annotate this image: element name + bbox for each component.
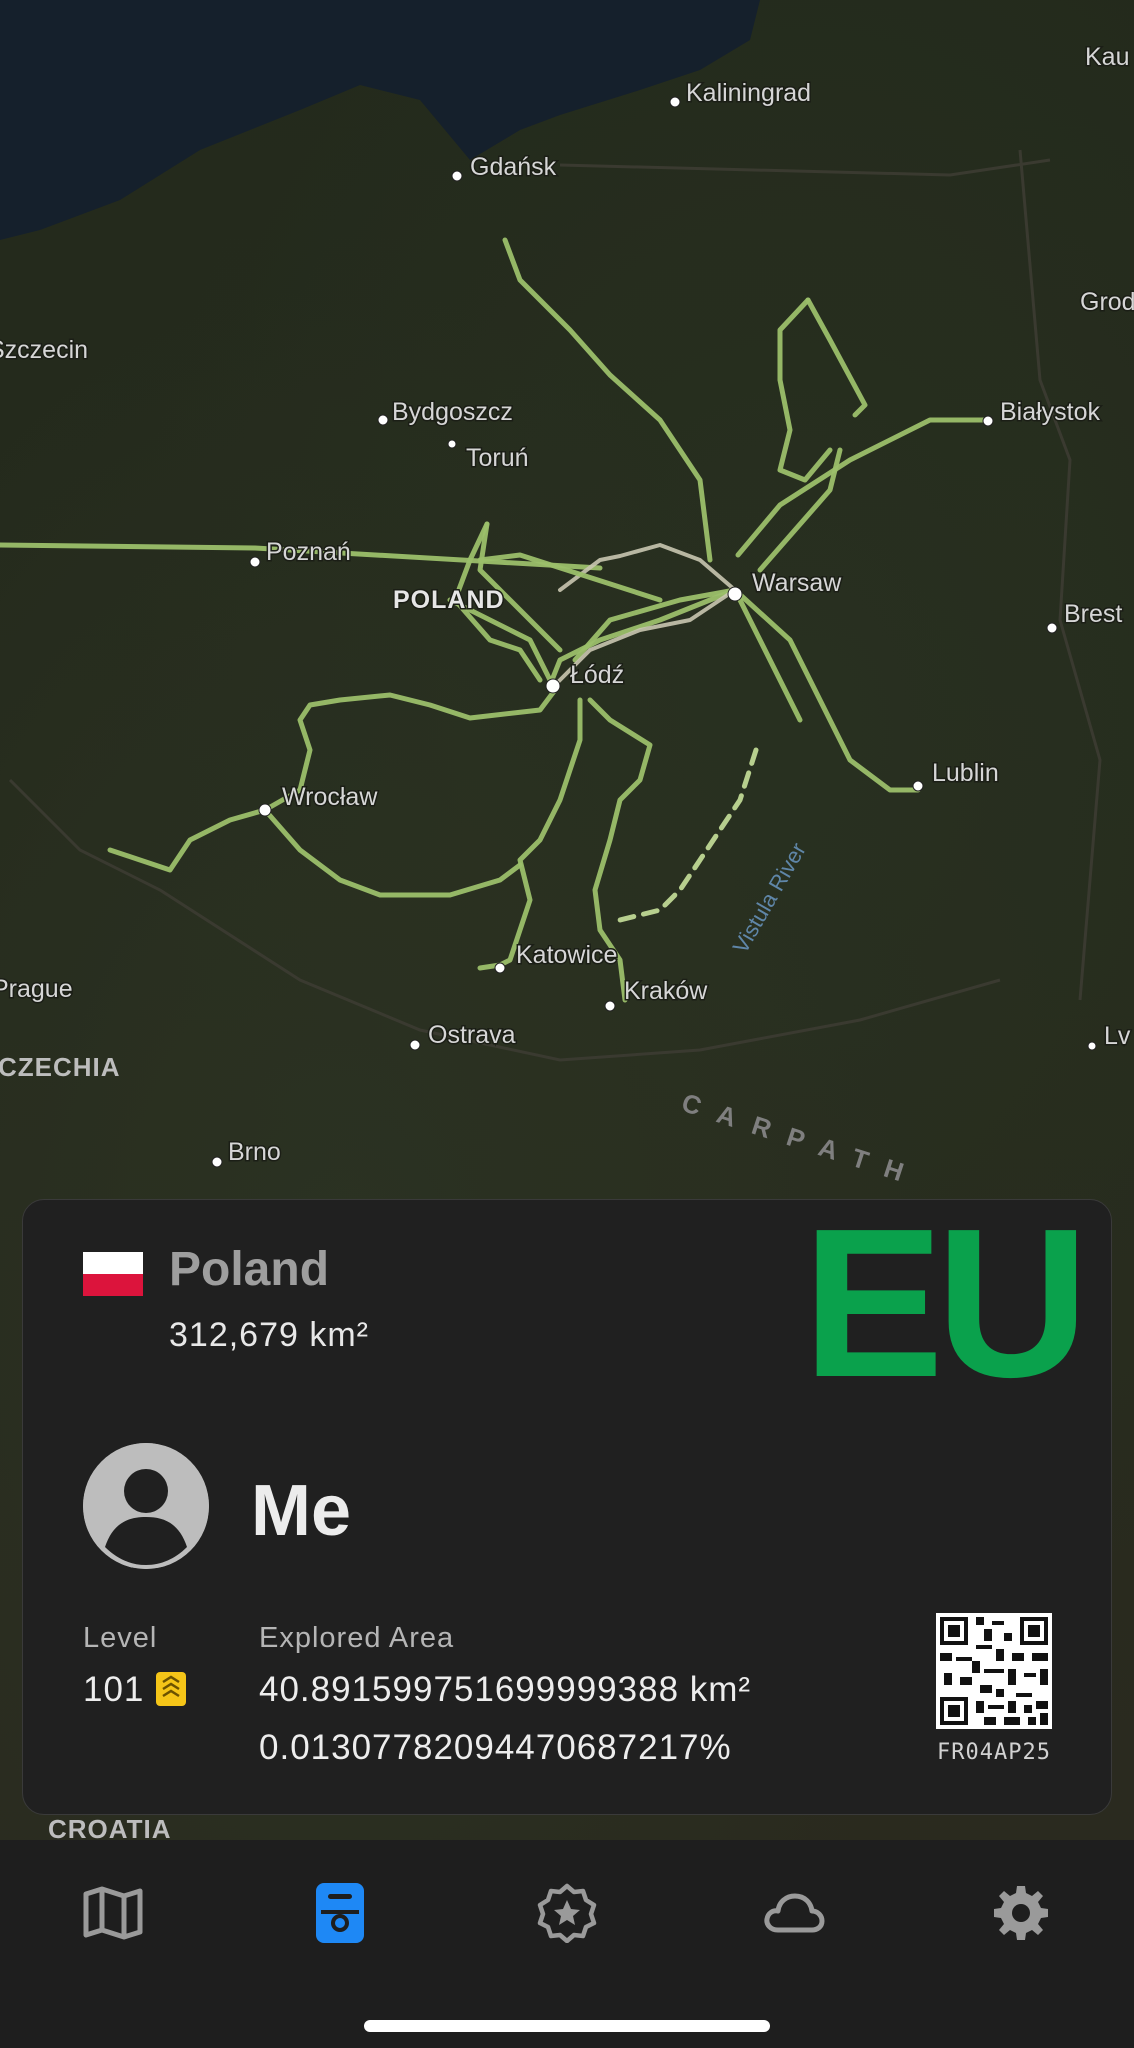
tab-settings[interactable] xyxy=(984,1876,1058,1950)
city-label: Gdańsk xyxy=(470,153,557,181)
city-label: Lublin xyxy=(932,759,999,787)
level-rank-icon xyxy=(156,1672,186,1706)
poland-flag-icon xyxy=(83,1252,143,1296)
profile-card-icon xyxy=(316,1883,364,1943)
city-label: Lv xyxy=(1104,1022,1131,1050)
badge-star-icon xyxy=(537,1883,597,1943)
city-label: Łódź xyxy=(570,661,624,689)
explored-area-km: 40.891599751699999388 km² xyxy=(259,1670,752,1709)
explored-area-label: Explored Area xyxy=(259,1622,455,1654)
city-label: Katowice xyxy=(516,941,617,969)
cloud-icon xyxy=(764,1893,825,1933)
user-name: Me xyxy=(251,1471,352,1551)
city-label: Bydgoszcz xyxy=(392,398,513,426)
country-profile-card: EU Poland 312,679 km² Me Level 101 Explo… xyxy=(22,1199,1112,1815)
city-label: Warsaw xyxy=(752,569,842,597)
gear-icon xyxy=(994,1886,1048,1940)
explored-tracks xyxy=(0,237,993,1003)
home-indicator[interactable] xyxy=(364,2020,770,2032)
tab-profile[interactable] xyxy=(303,1876,377,1950)
city-label: Toruń xyxy=(466,444,529,472)
city-label: Grod xyxy=(1080,288,1134,316)
level-value: 101 xyxy=(83,1670,145,1709)
border-line xyxy=(559,158,1051,177)
city-label: Kaliningrad xyxy=(686,79,811,107)
border-line xyxy=(1018,149,1102,1001)
city-label: Brno xyxy=(228,1138,281,1166)
tab-cloud[interactable] xyxy=(757,1876,831,1950)
city-label: Ostrava xyxy=(428,1021,516,1049)
country-area: 312,679 km² xyxy=(169,1316,369,1354)
region-badge: EU xyxy=(802,1199,1089,1421)
city-label: Kraków xyxy=(624,977,708,1005)
tab-map[interactable] xyxy=(76,1876,150,1950)
river-label: Vistula River xyxy=(728,838,811,957)
tab-achievements[interactable] xyxy=(530,1876,604,1950)
avatar-icon[interactable] xyxy=(83,1443,209,1569)
explored-area-percent: 0.01307782094470687217% xyxy=(259,1728,732,1767)
region-label: CZECHIA xyxy=(0,1052,121,1082)
bottom-tab-bar xyxy=(0,1840,1134,2048)
city-label: Wrocław xyxy=(282,783,378,811)
country-name: Poland xyxy=(169,1243,330,1296)
border-line xyxy=(8,778,1001,1062)
city-label: Białystok xyxy=(1000,398,1101,426)
city-label: Poznań xyxy=(266,538,351,566)
region-label: CARPATH xyxy=(678,1087,924,1193)
qr-code-icon[interactable] xyxy=(936,1613,1052,1729)
region-label: CROATIA xyxy=(48,1814,172,1840)
map-icon xyxy=(83,1886,143,1940)
city-label: Prague xyxy=(0,975,73,1003)
city-label: Brest xyxy=(1064,600,1122,628)
city-label: Szczecin xyxy=(0,336,88,364)
country-label: POLAND xyxy=(393,586,505,614)
qr-code-label: FR04AP25 xyxy=(937,1740,1051,1765)
level-label: Level xyxy=(83,1622,158,1654)
baltic-sea xyxy=(0,0,760,240)
city-label: Kau xyxy=(1085,43,1129,71)
